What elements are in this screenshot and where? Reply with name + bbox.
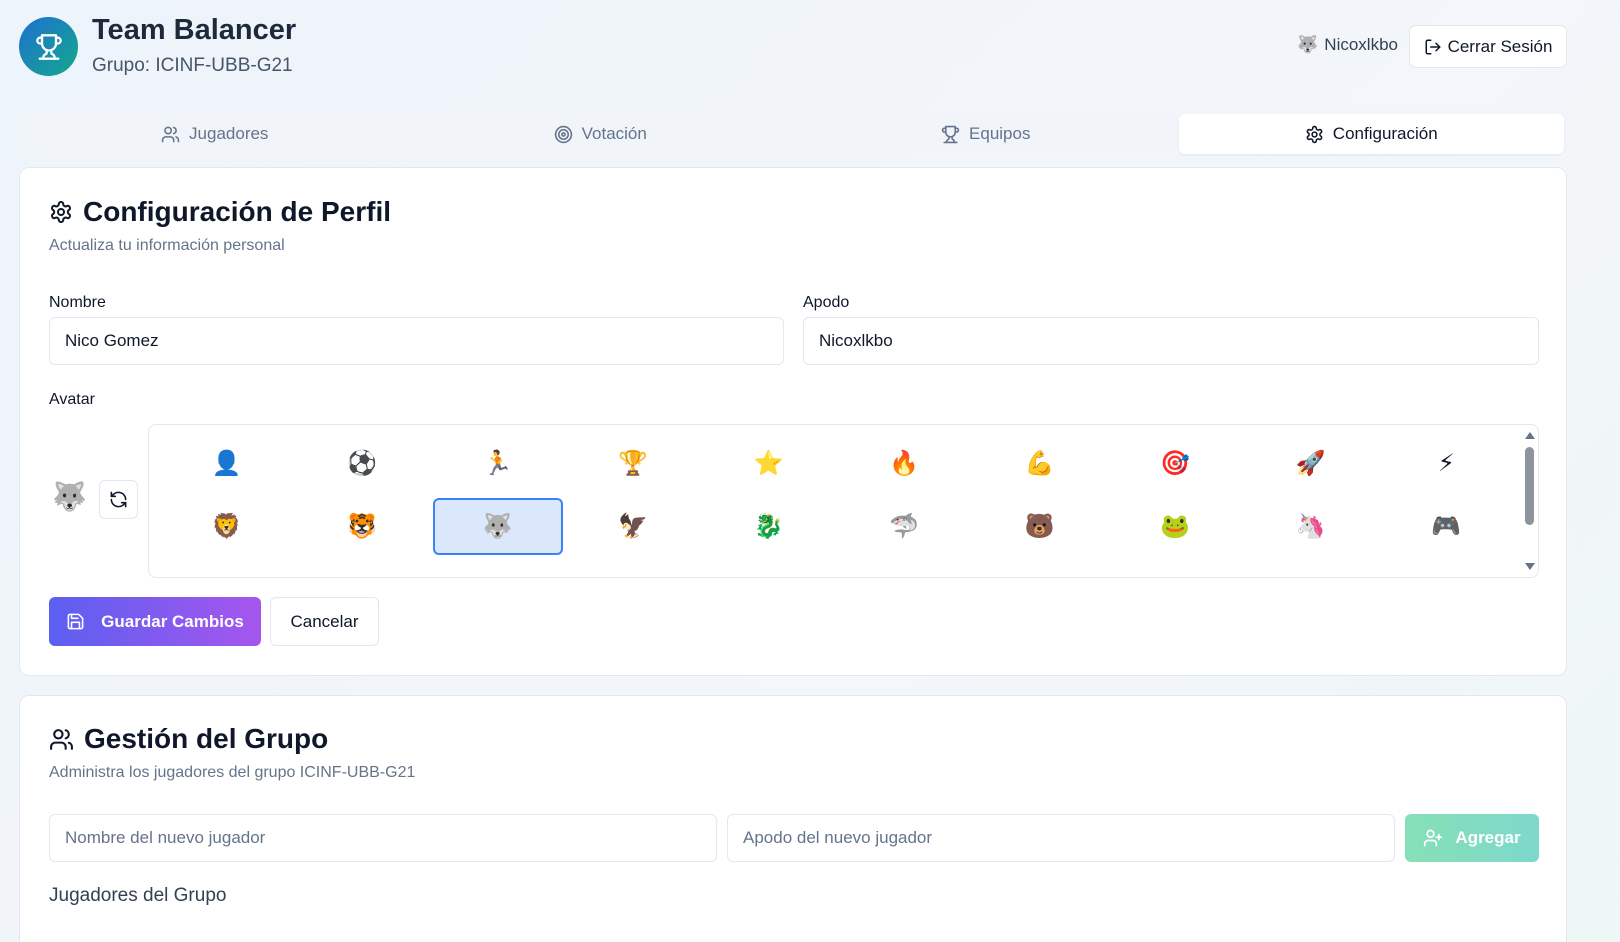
card-description: Administra los jugadores del grupo ICINF… — [49, 764, 416, 781]
avatar-option[interactable]: 🏃 — [433, 435, 563, 492]
tab-jugadores[interactable]: Jugadores — [22, 114, 408, 154]
group-subtitle: Grupo: ICINF-UBB-G21 — [92, 55, 293, 76]
tab-label: Jugadores — [189, 124, 269, 143]
gear-icon — [51, 201, 71, 223]
avatar-option[interactable]: 🐸 — [1111, 498, 1241, 555]
avatar-option[interactable]: 🔥 — [840, 435, 970, 492]
tab-label: Configuración — [1332, 124, 1438, 143]
avatar-picker: 👤 ⚽ 🏃 🏆 ⭐ 🔥 💪 🎯 🚀 ⚡ 🦁 🐯 🐺 🦅 🐉 🦈 🐻 🐸 🦄 🎮 — [148, 424, 1539, 578]
avatar-option[interactable]: 🐻 — [975, 498, 1105, 555]
cancel-button[interactable]: Cancelar — [270, 597, 379, 646]
card-title: Configuración de Perfil — [83, 196, 392, 227]
scroll-up-arrow[interactable] — [1525, 432, 1535, 439]
nickname-label: Apodo — [803, 294, 850, 311]
new-player-name-input[interactable]: Nombre del nuevo jugador — [49, 814, 717, 862]
user-plus-icon — [1424, 829, 1443, 847]
save-changes-button[interactable]: Guardar Cambios — [49, 597, 261, 646]
current-avatar: 🐺 — [52, 481, 87, 512]
tab-label: Equipos — [969, 124, 1031, 143]
avatar-grid: 👤 ⚽ 🏃 🏆 ⭐ 🔥 💪 🎯 🚀 ⚡ 🦁 🐯 🐺 🦅 🐉 🦈 🐻 🐸 🦄 🎮 — [159, 435, 1514, 555]
add-player-button[interactable]: Agregar — [1405, 814, 1539, 862]
avatar-option[interactable]: 🦅 — [569, 498, 699, 555]
avatar-option[interactable]: 🚀 — [1246, 435, 1376, 492]
avatar-option[interactable]: 🐯 — [298, 498, 428, 555]
profile-settings-card: Configuración de Perfil Actualiza tu inf… — [19, 167, 1567, 676]
random-avatar-button[interactable] — [99, 480, 138, 519]
save-icon — [67, 613, 84, 630]
avatar-option[interactable]: 🐉 — [704, 498, 834, 555]
tab-equipos[interactable]: Equipos — [793, 114, 1179, 154]
user-avatar: 🐺 — [1297, 35, 1319, 54]
avatar-option[interactable]: 🐺 — [433, 498, 563, 555]
card-description: Actualiza tu información personal — [49, 237, 285, 254]
users-icon — [50, 728, 73, 750]
name-label: Nombre — [49, 294, 106, 311]
gear-icon — [1306, 125, 1323, 143]
app-logo — [19, 17, 78, 76]
tab-label: Votación — [581, 124, 647, 143]
name-input[interactable]: Nico Gomez — [49, 317, 784, 365]
avatar-option[interactable]: 🎯 — [1111, 435, 1241, 492]
group-management-card: Gestión del Grupo Administra los jugador… — [19, 695, 1567, 942]
group-card-heading: Gestión del Grupo — [49, 723, 328, 755]
save-label: Guardar Cambios — [101, 611, 244, 631]
users-icon — [161, 126, 180, 142]
avatar-option[interactable]: 💪 — [975, 435, 1105, 492]
target-icon — [554, 125, 572, 143]
avatar-option[interactable]: ⚽ — [298, 435, 428, 492]
logout-label: Cerrar Sesión — [1447, 36, 1553, 56]
add-label: Agregar — [1455, 828, 1521, 847]
avatar-option[interactable]: 🦄 — [1246, 498, 1376, 555]
avatar-picker-scrollbar[interactable] — [1522, 429, 1536, 573]
user-chip: 🐺 Nicoxlkbo — [1297, 35, 1398, 55]
refresh-icon — [110, 491, 127, 508]
new-player-nickname-input[interactable]: Apodo del nuevo jugador — [727, 814, 1395, 862]
scroll-down-arrow[interactable] — [1525, 563, 1535, 570]
avatar-option[interactable]: 🦁 — [162, 498, 292, 555]
card-title: Gestión del Grupo — [84, 723, 329, 754]
avatar-option[interactable]: ⚡ — [1382, 435, 1512, 492]
app-header: Team Balancer Grupo: ICINF-UBB-G21 🐺 Nic… — [0, 0, 1620, 100]
user-name: Nicoxlkbo — [1324, 35, 1398, 54]
app-title: Team Balancer — [92, 14, 297, 46]
avatar-option[interactable]: ⭐ — [704, 435, 834, 492]
tab-configuracion[interactable]: Configuración — [1178, 114, 1564, 154]
avatar-option[interactable]: 🏆 — [569, 435, 699, 492]
nickname-input[interactable]: Nicoxlkbo — [803, 317, 1539, 365]
avatar-label: Avatar — [49, 391, 95, 408]
avatar-option[interactable]: 👤 — [162, 435, 292, 492]
scroll-thumb[interactable] — [1525, 447, 1534, 525]
main-tabs: Jugadores Votación Equipos Configuración — [19, 111, 1567, 157]
avatar-option[interactable]: 🦈 — [840, 498, 970, 555]
profile-card-heading: Configuración de Perfil — [49, 196, 391, 228]
trophy-icon — [941, 125, 960, 143]
logout-button[interactable]: Cerrar Sesión — [1409, 25, 1567, 68]
players-heading: Jugadores del Grupo — [49, 885, 227, 906]
logout-icon — [1425, 39, 1441, 54]
tab-votacion[interactable]: Votación — [408, 114, 794, 154]
avatar-option[interactable]: 🎮 — [1382, 498, 1512, 555]
trophy-icon — [35, 33, 62, 60]
